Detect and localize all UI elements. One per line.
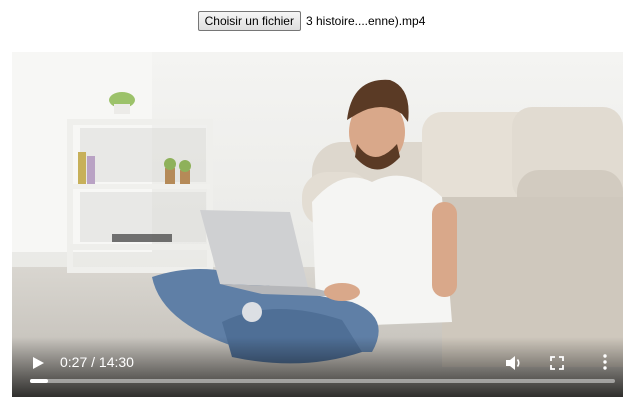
selected-file-name: 3 histoire....enne).mp4 bbox=[305, 14, 426, 28]
video-controls-bar: 0:27 / 14:30 bbox=[12, 337, 623, 397]
more-options-icon[interactable] bbox=[597, 353, 613, 371]
volume-icon[interactable] bbox=[505, 355, 523, 371]
choose-file-button[interactable]: Choisir un fichier bbox=[197, 11, 301, 31]
file-input: Choisir un fichier 3 histoire....enne).m… bbox=[0, 11, 623, 31]
play-icon[interactable] bbox=[30, 355, 46, 371]
seek-bar-progress bbox=[30, 379, 49, 383]
video-player[interactable]: 0:27 / 14:30 bbox=[12, 52, 623, 397]
seek-bar[interactable] bbox=[30, 379, 615, 383]
time-display: 0:27 / 14:30 bbox=[60, 354, 134, 370]
fullscreen-icon[interactable] bbox=[549, 355, 565, 371]
